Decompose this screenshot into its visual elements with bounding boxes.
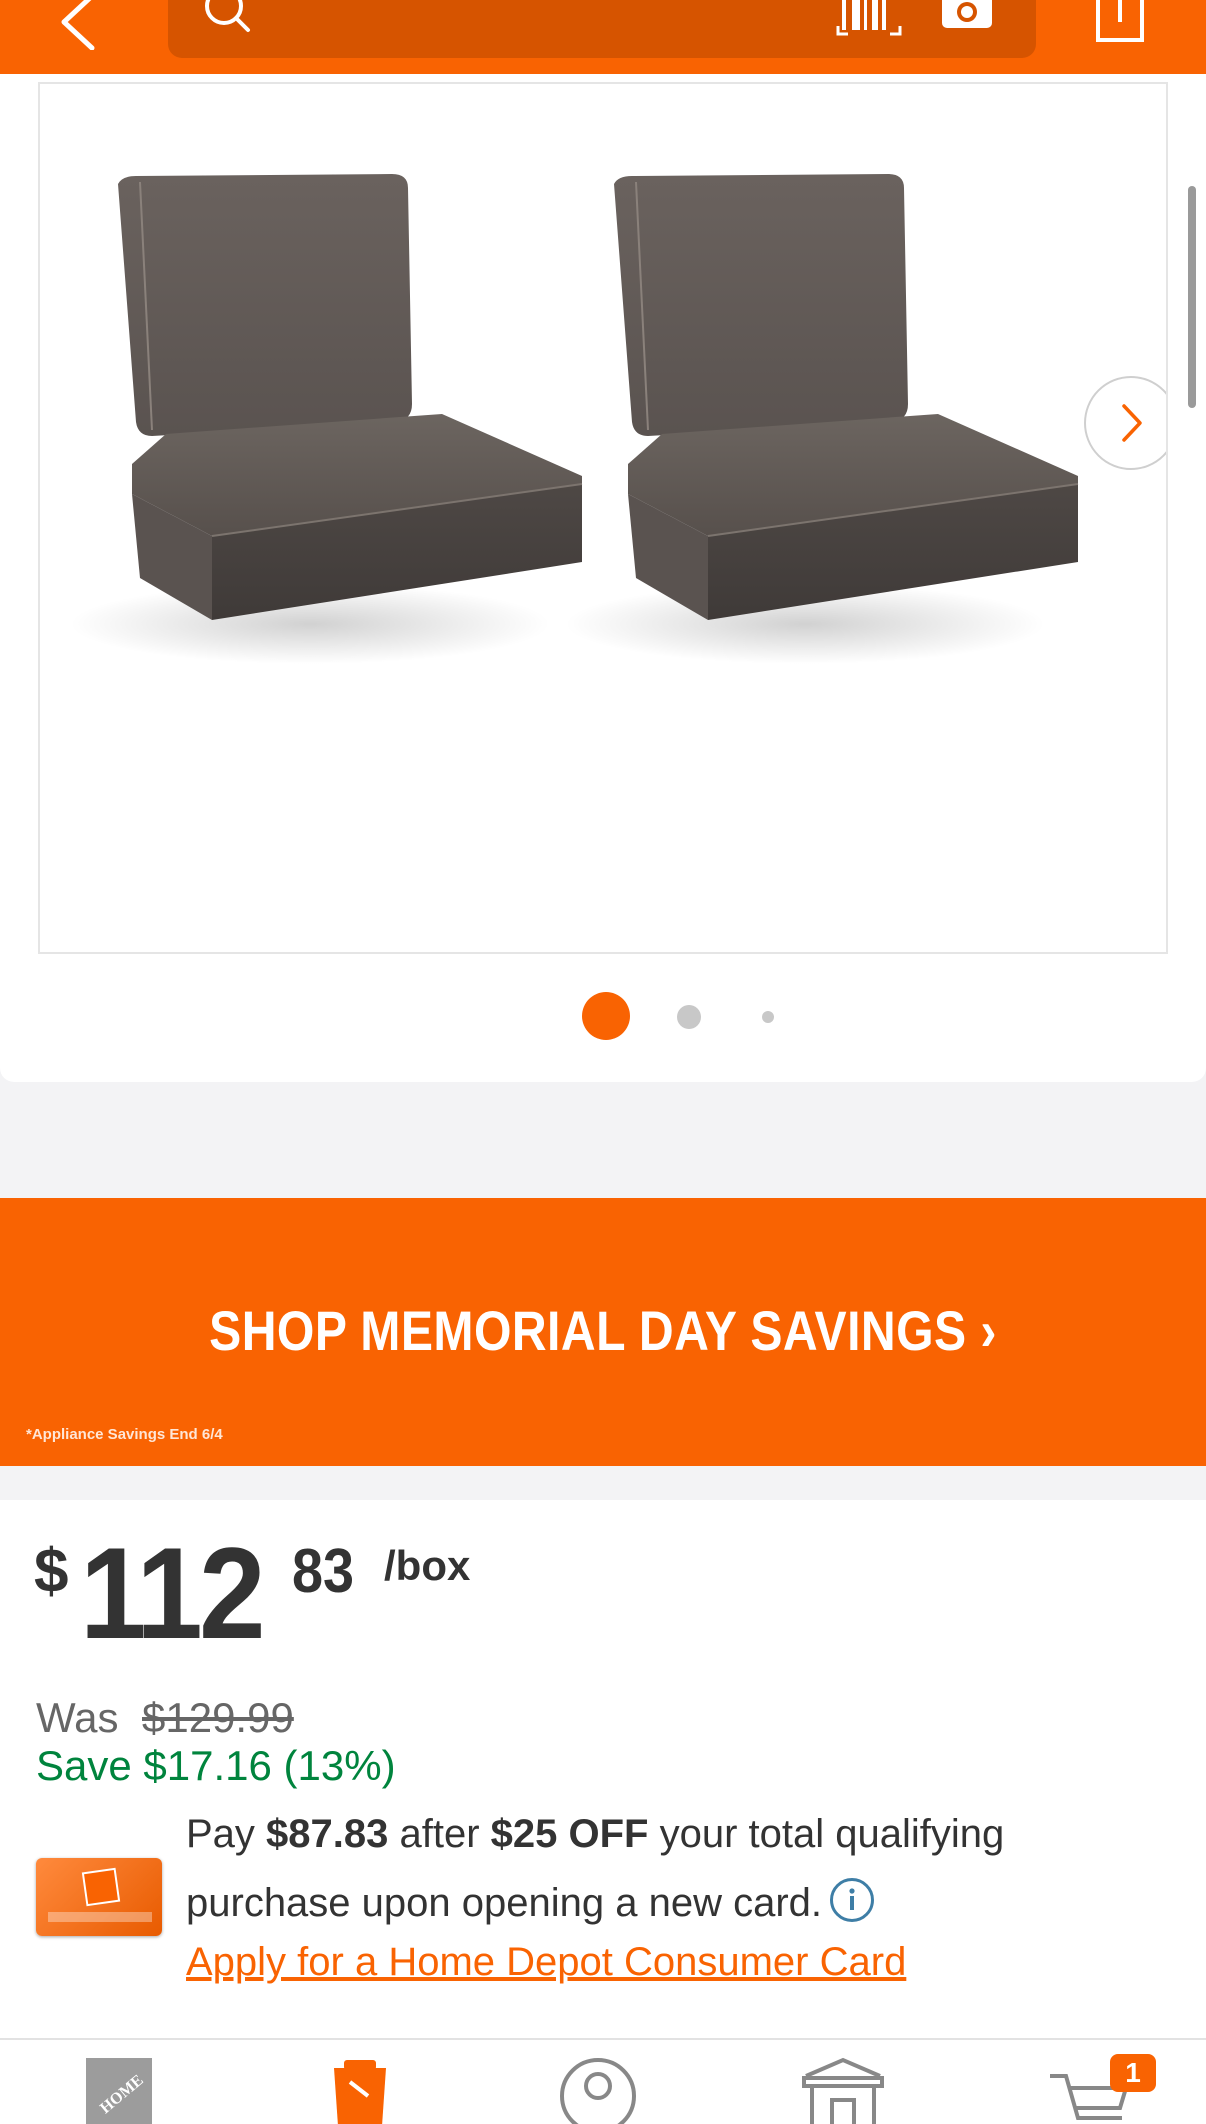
- was-price: $129.99: [142, 1694, 294, 1741]
- pagination-dot-active[interactable]: [582, 992, 630, 1040]
- cushion-left: [70, 174, 583, 664]
- chevron-left-icon: [61, 0, 95, 51]
- scrollbar[interactable]: [1188, 186, 1196, 408]
- memorial-day-banner[interactable]: SHOP MEMORIAL DAY SAVINGS › *Appliance S…: [0, 1198, 1206, 1466]
- banner-footnote: *Appliance Savings End 6/4: [26, 1426, 223, 1443]
- card-stripe: [48, 1912, 152, 1922]
- chevron-right-icon: [1122, 404, 1142, 442]
- price-section: $ 112 83 /box Was $129.99 Save $17.16 (1…: [0, 1500, 1206, 2038]
- search-bar[interactable]: [168, 0, 1036, 58]
- info-icon[interactable]: [830, 1878, 875, 1922]
- product-page: SHOP MEMORIAL DAY SAVINGS › *Appliance S…: [0, 0, 1206, 2124]
- bottom-navigation: HOME 1: [0, 2038, 1206, 2124]
- price-unit: /box: [384, 1542, 471, 1589]
- nav-projects[interactable]: [330, 2056, 390, 2124]
- account-icon: [560, 2058, 636, 2124]
- search-icon: [205, 0, 250, 32]
- image-pagination-dots: [0, 992, 1206, 1042]
- savings-text: Save $17.16 (13%): [36, 1742, 396, 1789]
- nav-store[interactable]: [800, 2056, 886, 2124]
- top-bar: [0, 0, 1206, 74]
- share-button[interactable]: [1090, 0, 1150, 44]
- nav-account[interactable]: [558, 2056, 638, 2124]
- store-icon: [802, 2057, 884, 2124]
- cushion-right: [565, 174, 1079, 664]
- projects-icon: [334, 2060, 386, 2124]
- apply-card-link[interactable]: Apply for a Home Depot Consumer Card: [186, 1940, 906, 1985]
- nav-home[interactable]: HOME: [84, 2056, 154, 2124]
- credit-card-image: [36, 1858, 162, 1936]
- camera-icon[interactable]: [940, 0, 996, 32]
- cart-count-badge: 1: [1110, 2054, 1156, 2092]
- home-depot-logo-icon: [81, 1867, 121, 1907]
- card-offer-line1: Pay $87.83 after $25 OFF your total qual…: [186, 1812, 1005, 1856]
- product-image-gallery: [0, 74, 1206, 1082]
- pagination-dot[interactable]: [677, 1005, 701, 1029]
- barcode-scanner-icon[interactable]: [836, 0, 902, 40]
- cushion-set-image: [70, 174, 1079, 664]
- nav-cart[interactable]: 1: [1048, 2054, 1156, 2124]
- pagination-dot[interactable]: [762, 1011, 774, 1023]
- home-depot-logo-icon: HOME: [86, 2058, 152, 2124]
- product-image[interactable]: [38, 82, 1168, 954]
- share-icon: [1096, 0, 1144, 42]
- banner-title: SHOP MEMORIAL DAY SAVINGS ›: [209, 1299, 997, 1362]
- back-button[interactable]: [50, 0, 110, 51]
- price-currency: $: [34, 1537, 69, 1606]
- next-image-button[interactable]: [1084, 376, 1166, 470]
- was-label: Was: [36, 1694, 119, 1741]
- price-cents: 83: [292, 1537, 355, 1606]
- card-offer-line2: purchase upon opening a new card.: [186, 1878, 875, 1926]
- price-whole: 112: [80, 1520, 266, 1666]
